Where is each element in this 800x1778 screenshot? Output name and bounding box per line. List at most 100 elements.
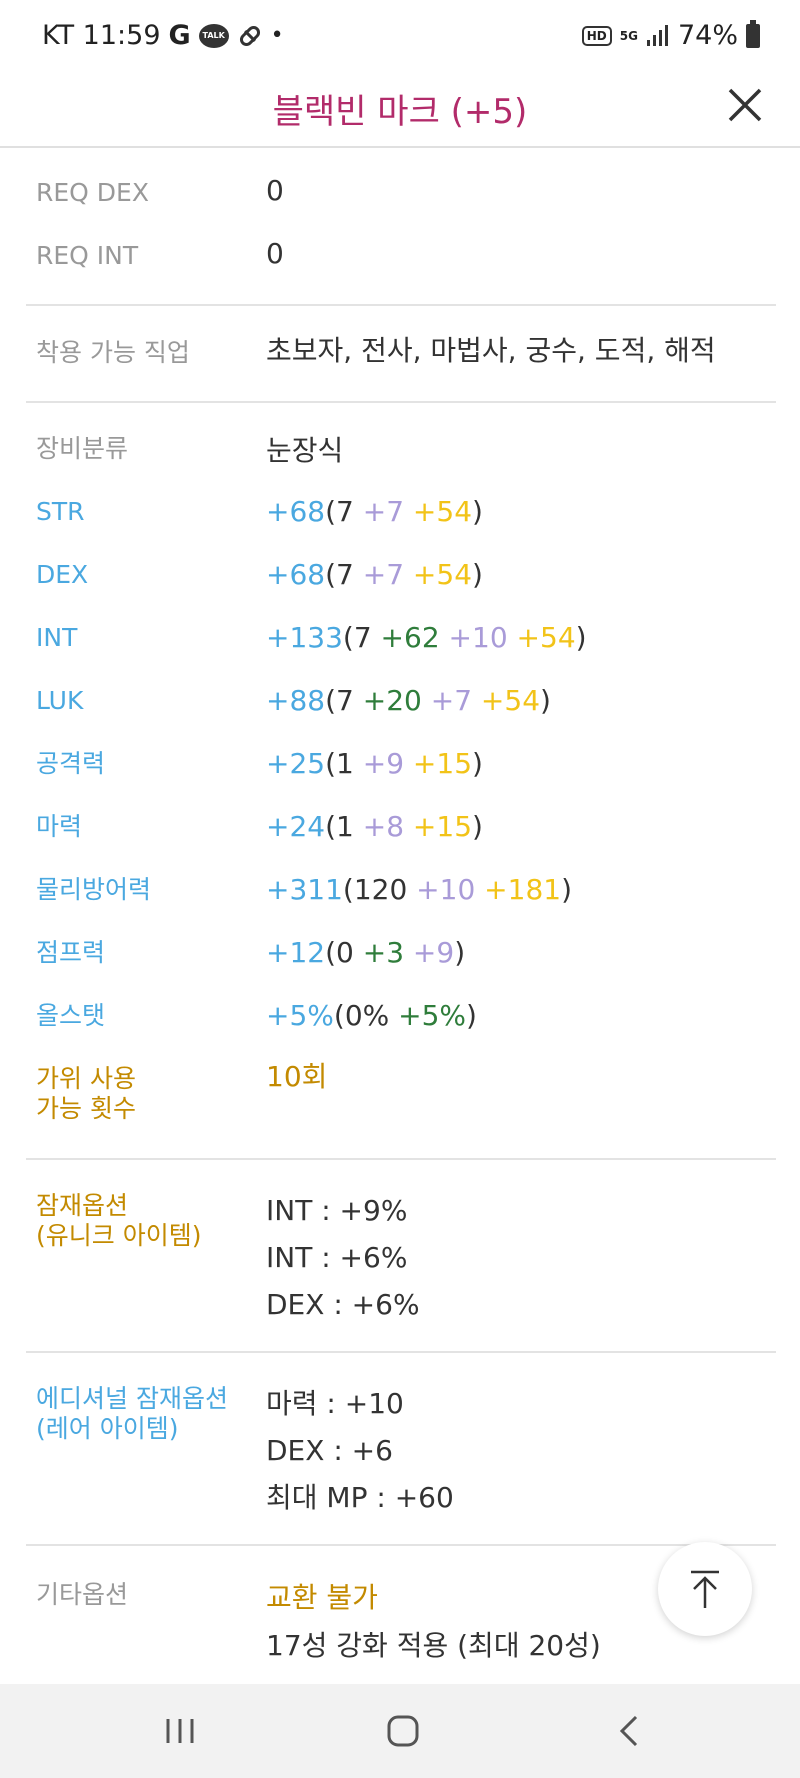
- scissors-label: 가위 사용 가능 횟수: [36, 1064, 136, 1123]
- stat-label: STR: [36, 497, 85, 526]
- divider: [26, 304, 776, 306]
- carrier-time: KT 11:59: [42, 20, 161, 51]
- req-dex-label: REQ DEX: [36, 178, 149, 207]
- stat-total: +25: [266, 747, 326, 780]
- stat-total: +311: [266, 873, 343, 906]
- divider: [26, 1544, 776, 1546]
- battery-icon: [746, 19, 760, 48]
- stat-value: +88(7 +20 +7 +54): [266, 684, 551, 718]
- stat-base: (1: [325, 810, 354, 843]
- notification-dot: •: [270, 23, 284, 48]
- stat-label: DEX: [36, 560, 89, 589]
- stat-close: ): [472, 558, 483, 591]
- stat-close: ): [466, 999, 477, 1032]
- item-title: 블랙빈 마크 (+5): [272, 92, 528, 132]
- stat-total: +68: [266, 495, 326, 528]
- category-value: 눈장식: [266, 434, 344, 467]
- stat-starforce: +9: [353, 747, 405, 780]
- potential-label: 잠재옵션 (유니크 아이템): [36, 1191, 202, 1250]
- stat-label: INT: [36, 623, 78, 652]
- stat-value: +12(0 +3 +9): [266, 936, 465, 970]
- stat-scroll: +54: [507, 621, 576, 654]
- stat-starforce: +10: [407, 873, 476, 906]
- additional-potential-label: 에디셔널 잠재옵션 (레어 아이템): [36, 1384, 228, 1443]
- scroll-top-button[interactable]: [658, 1542, 752, 1636]
- stat-close: ): [472, 747, 483, 780]
- close-icon[interactable]: [724, 84, 766, 126]
- hd-voice-icon: HD: [581, 25, 612, 46]
- android-nav-bar: [0, 1684, 800, 1778]
- divider: [26, 1158, 776, 1160]
- stat-value: +68(7 +7 +54): [266, 495, 483, 529]
- stat-scroll: +54: [404, 495, 473, 528]
- stat-base: (7: [325, 495, 354, 528]
- stat-additional: +5%: [389, 999, 467, 1032]
- stat-label: 마력: [36, 812, 83, 841]
- home-icon[interactable]: [378, 1706, 428, 1756]
- untradeable-text: 교환 불가: [266, 1581, 378, 1614]
- stat-starforce: +9: [404, 936, 455, 969]
- stat-base: (0: [325, 936, 354, 969]
- additional-potential-lines: 마력 : +10 DEX : +6 최대 MP : +60: [266, 1387, 454, 1514]
- status-left: KT 11:59 G TALK •: [42, 20, 284, 51]
- stat-scroll: +54: [404, 558, 473, 591]
- stat-close: ): [540, 684, 551, 717]
- google-icon: G: [168, 20, 191, 51]
- stat-label: LUK: [36, 686, 84, 715]
- stat-close: ): [472, 810, 483, 843]
- stat-base: (1: [325, 747, 354, 780]
- status-bar: KT 11:59 G TALK • HD 5G 74%: [0, 0, 800, 70]
- recent-apps-icon[interactable]: [155, 1706, 205, 1756]
- stat-base: (7: [325, 558, 354, 591]
- etc-lines: 교환 불가 17성 강화 적용 (최대 20성): [266, 1574, 601, 1670]
- stat-total: +12: [266, 936, 326, 969]
- stat-additional: +62: [371, 621, 440, 654]
- stat-label: 올스탯: [36, 1001, 106, 1030]
- stat-close: ): [561, 873, 573, 906]
- stat-value: +68(7 +7 +54): [266, 558, 483, 592]
- potential-lines: INT : +9% INT : +6% DEX : +6%: [266, 1194, 420, 1321]
- job-label: 착용 가능 직업: [36, 338, 190, 367]
- stat-scroll: +15: [404, 810, 473, 843]
- stat-additional: +3: [353, 936, 405, 969]
- stat-starforce: +7: [421, 684, 473, 717]
- kakaotalk-icon: TALK: [198, 23, 229, 48]
- pill-icon: [237, 23, 263, 49]
- stat-value: +5%(0% +5%): [266, 999, 477, 1033]
- status-right: HD 5G 74%: [581, 19, 760, 51]
- stat-base: (120: [342, 873, 408, 906]
- stat-value: +311(120 +10 +181): [266, 873, 572, 907]
- stat-value: +24(1 +8 +15): [266, 810, 483, 844]
- stat-close: ): [472, 495, 483, 528]
- stat-base: (7: [342, 621, 372, 654]
- stat-scroll: +15: [404, 747, 473, 780]
- stat-value: +25(1 +9 +15): [266, 747, 483, 781]
- req-dex-value: 0: [266, 174, 284, 207]
- stat-close: ): [454, 936, 466, 969]
- req-int-label: REQ INT: [36, 241, 139, 270]
- scissors-value: 10회: [266, 1060, 328, 1093]
- 5g-icon: 5G: [619, 28, 638, 43]
- stat-label: 공격력: [36, 749, 106, 778]
- job-value: 초보자, 전사, 마법사, 궁수, 도적, 해적: [266, 334, 716, 367]
- starforce-text: 17성 강화 적용 (최대 20성): [266, 1629, 601, 1662]
- stat-label: 물리방어력: [36, 875, 152, 904]
- stat-starforce: +10: [439, 621, 508, 654]
- back-icon[interactable]: [604, 1706, 654, 1756]
- stat-close: ): [575, 621, 587, 654]
- stat-additional: +20: [353, 684, 422, 717]
- stat-scroll: +54: [472, 684, 541, 717]
- arrow-up-icon: [691, 1570, 719, 1608]
- stat-value: +133(7 +62 +10 +54): [266, 621, 587, 655]
- battery-percent: 74%: [677, 20, 738, 51]
- stat-base: (7: [325, 684, 354, 717]
- item-header: 블랙빈 마크 (+5): [0, 70, 800, 148]
- stat-total: +133: [266, 621, 343, 654]
- stat-starforce: +7: [353, 558, 405, 591]
- stat-total: +5%: [266, 999, 334, 1032]
- stat-base: (0%: [333, 999, 390, 1032]
- stat-total: +24: [266, 810, 326, 843]
- stat-label: 점프력: [36, 938, 106, 967]
- stat-total: +68: [266, 558, 326, 591]
- stat-starforce: +8: [353, 810, 405, 843]
